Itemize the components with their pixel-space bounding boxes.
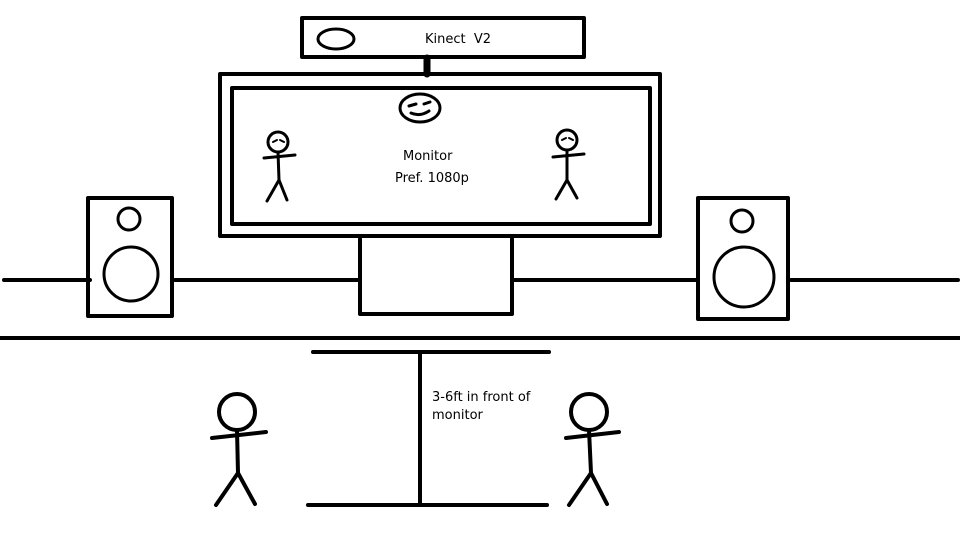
stick-figure-on-screen-left-icon <box>262 130 297 203</box>
distance-label-line2: monitor <box>432 408 484 423</box>
monitor-label: Monitor <box>403 149 453 164</box>
diagram-svg: Kinect V2 Monitor Pref. 1080p 3-6ft in f… <box>0 16 960 507</box>
monitor-stand <box>358 234 514 316</box>
monitor-resolution: Pref. 1080p <box>395 171 469 186</box>
speaker-right-icon <box>696 196 790 321</box>
setup-diagram: Kinect V2 Monitor Pref. 1080p 3-6ft in f… <box>0 0 960 540</box>
kinect-sensor: Kinect V2 <box>300 16 586 78</box>
kinect-lens-icon <box>316 27 356 51</box>
monitor: Monitor Pref. 1080p <box>218 72 662 238</box>
stick-figure-on-screen-right-icon <box>551 128 586 201</box>
kinect-label: Kinect V2 <box>425 32 491 47</box>
person-right-icon <box>564 392 621 507</box>
speaker-left-icon <box>86 196 174 318</box>
person-left-icon <box>210 392 268 507</box>
distance-marker <box>306 350 551 507</box>
distance-label-line1: 3-6ft in front of <box>432 390 531 405</box>
face-icon <box>398 92 442 124</box>
